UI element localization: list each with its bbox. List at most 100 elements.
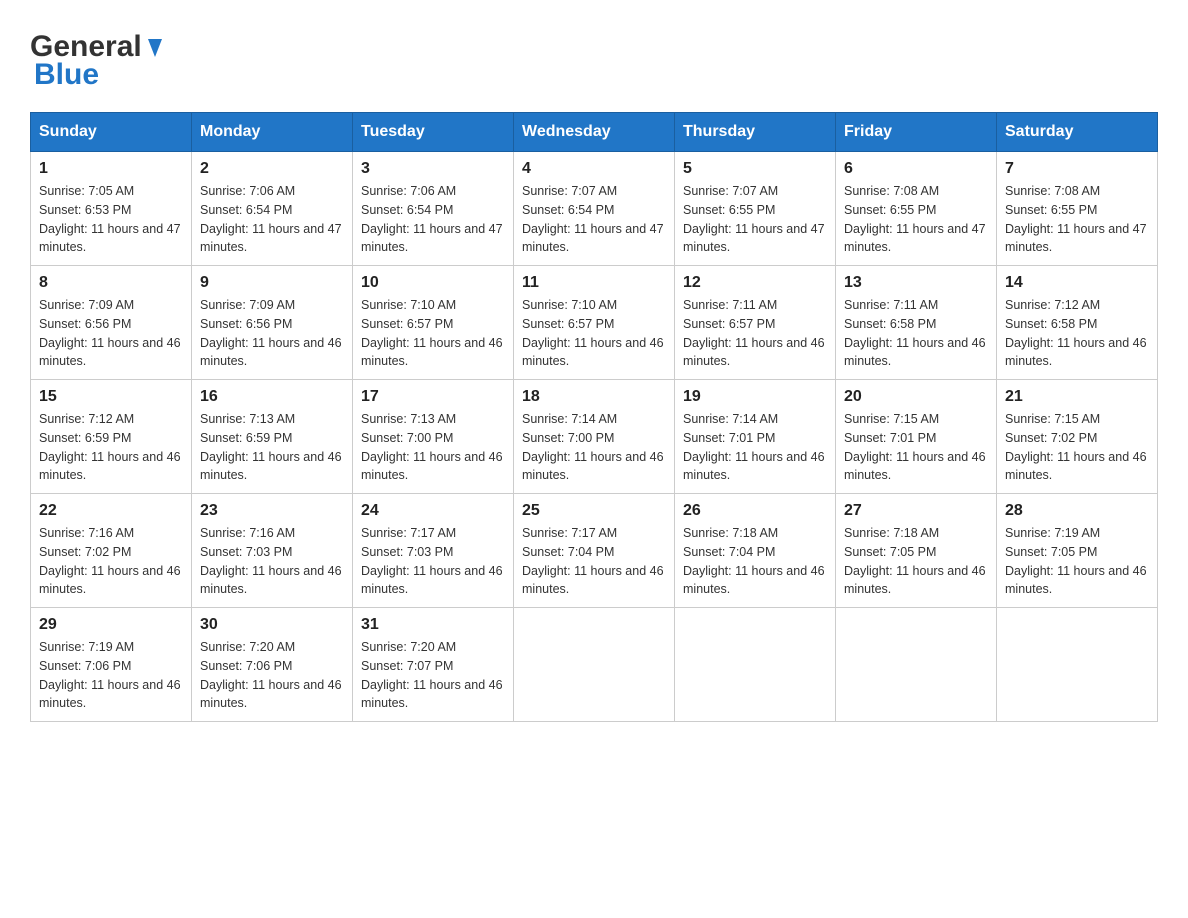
day-info: Sunrise: 7:06 AM Sunset: 6:54 PM Dayligh… [361,182,505,257]
calendar-cell: 4 Sunrise: 7:07 AM Sunset: 6:54 PM Dayli… [514,152,675,266]
calendar-cell [675,608,836,722]
day-info: Sunrise: 7:08 AM Sunset: 6:55 PM Dayligh… [844,182,988,257]
calendar-cell [514,608,675,722]
calendar-week-row: 1 Sunrise: 7:05 AM Sunset: 6:53 PM Dayli… [31,152,1158,266]
day-info: Sunrise: 7:14 AM Sunset: 7:00 PM Dayligh… [522,410,666,485]
day-number: 26 [683,502,827,520]
day-number: 8 [39,274,183,292]
calendar-cell: 26 Sunrise: 7:18 AM Sunset: 7:04 PM Dayl… [675,494,836,608]
column-header-tuesday: Tuesday [353,113,514,152]
day-info: Sunrise: 7:10 AM Sunset: 6:57 PM Dayligh… [522,296,666,371]
calendar-cell: 31 Sunrise: 7:20 AM Sunset: 7:07 PM Dayl… [353,608,514,722]
day-info: Sunrise: 7:16 AM Sunset: 7:03 PM Dayligh… [200,524,344,599]
day-info: Sunrise: 7:11 AM Sunset: 6:57 PM Dayligh… [683,296,827,371]
calendar-cell: 1 Sunrise: 7:05 AM Sunset: 6:53 PM Dayli… [31,152,192,266]
day-number: 15 [39,388,183,406]
calendar-cell: 14 Sunrise: 7:12 AM Sunset: 6:58 PM Dayl… [997,266,1158,380]
day-number: 13 [844,274,988,292]
day-number: 20 [844,388,988,406]
calendar-cell: 27 Sunrise: 7:18 AM Sunset: 7:05 PM Dayl… [836,494,997,608]
day-info: Sunrise: 7:19 AM Sunset: 7:05 PM Dayligh… [1005,524,1149,599]
calendar-cell: 5 Sunrise: 7:07 AM Sunset: 6:55 PM Dayli… [675,152,836,266]
calendar-cell: 25 Sunrise: 7:17 AM Sunset: 7:04 PM Dayl… [514,494,675,608]
day-number: 1 [39,160,183,178]
day-info: Sunrise: 7:06 AM Sunset: 6:54 PM Dayligh… [200,182,344,257]
day-info: Sunrise: 7:15 AM Sunset: 7:01 PM Dayligh… [844,410,988,485]
day-number: 24 [361,502,505,520]
logo: General Blue [30,30,166,92]
day-number: 6 [844,160,988,178]
day-number: 11 [522,274,666,292]
calendar-cell: 3 Sunrise: 7:06 AM Sunset: 6:54 PM Dayli… [353,152,514,266]
day-info: Sunrise: 7:18 AM Sunset: 7:05 PM Dayligh… [844,524,988,599]
day-number: 18 [522,388,666,406]
calendar-cell: 9 Sunrise: 7:09 AM Sunset: 6:56 PM Dayli… [192,266,353,380]
calendar-cell: 17 Sunrise: 7:13 AM Sunset: 7:00 PM Dayl… [353,380,514,494]
day-number: 10 [361,274,505,292]
day-number: 17 [361,388,505,406]
column-header-friday: Friday [836,113,997,152]
calendar-cell: 12 Sunrise: 7:11 AM Sunset: 6:57 PM Dayl… [675,266,836,380]
day-number: 2 [200,160,344,178]
day-number: 14 [1005,274,1149,292]
calendar-cell: 30 Sunrise: 7:20 AM Sunset: 7:06 PM Dayl… [192,608,353,722]
calendar-cell: 10 Sunrise: 7:10 AM Sunset: 6:57 PM Dayl… [353,266,514,380]
calendar-cell: 2 Sunrise: 7:06 AM Sunset: 6:54 PM Dayli… [192,152,353,266]
day-number: 21 [1005,388,1149,406]
day-number: 28 [1005,502,1149,520]
day-info: Sunrise: 7:20 AM Sunset: 7:06 PM Dayligh… [200,638,344,713]
calendar-cell: 23 Sunrise: 7:16 AM Sunset: 7:03 PM Dayl… [192,494,353,608]
day-info: Sunrise: 7:16 AM Sunset: 7:02 PM Dayligh… [39,524,183,599]
day-info: Sunrise: 7:17 AM Sunset: 7:04 PM Dayligh… [522,524,666,599]
calendar-cell: 13 Sunrise: 7:11 AM Sunset: 6:58 PM Dayl… [836,266,997,380]
day-info: Sunrise: 7:10 AM Sunset: 6:57 PM Dayligh… [361,296,505,371]
calendar-cell: 28 Sunrise: 7:19 AM Sunset: 7:05 PM Dayl… [997,494,1158,608]
day-info: Sunrise: 7:18 AM Sunset: 7:04 PM Dayligh… [683,524,827,599]
calendar-cell: 29 Sunrise: 7:19 AM Sunset: 7:06 PM Dayl… [31,608,192,722]
column-header-wednesday: Wednesday [514,113,675,152]
day-number: 30 [200,616,344,634]
calendar-cell [836,608,997,722]
page-header: General Blue [30,30,1158,92]
calendar-cell: 21 Sunrise: 7:15 AM Sunset: 7:02 PM Dayl… [997,380,1158,494]
logo-arrow-icon [144,37,166,59]
day-info: Sunrise: 7:07 AM Sunset: 6:55 PM Dayligh… [683,182,827,257]
day-number: 19 [683,388,827,406]
day-info: Sunrise: 7:20 AM Sunset: 7:07 PM Dayligh… [361,638,505,713]
day-number: 31 [361,616,505,634]
day-info: Sunrise: 7:14 AM Sunset: 7:01 PM Dayligh… [683,410,827,485]
day-info: Sunrise: 7:08 AM Sunset: 6:55 PM Dayligh… [1005,182,1149,257]
day-info: Sunrise: 7:09 AM Sunset: 6:56 PM Dayligh… [200,296,344,371]
calendar-cell: 6 Sunrise: 7:08 AM Sunset: 6:55 PM Dayli… [836,152,997,266]
day-number: 3 [361,160,505,178]
day-info: Sunrise: 7:13 AM Sunset: 7:00 PM Dayligh… [361,410,505,485]
day-info: Sunrise: 7:13 AM Sunset: 6:59 PM Dayligh… [200,410,344,485]
calendar-cell: 24 Sunrise: 7:17 AM Sunset: 7:03 PM Dayl… [353,494,514,608]
day-number: 27 [844,502,988,520]
calendar-week-row: 8 Sunrise: 7:09 AM Sunset: 6:56 PM Dayli… [31,266,1158,380]
calendar-cell: 7 Sunrise: 7:08 AM Sunset: 6:55 PM Dayli… [997,152,1158,266]
calendar-week-row: 22 Sunrise: 7:16 AM Sunset: 7:02 PM Dayl… [31,494,1158,608]
calendar-week-row: 15 Sunrise: 7:12 AM Sunset: 6:59 PM Dayl… [31,380,1158,494]
day-info: Sunrise: 7:09 AM Sunset: 6:56 PM Dayligh… [39,296,183,371]
day-number: 29 [39,616,183,634]
day-number: 12 [683,274,827,292]
day-info: Sunrise: 7:17 AM Sunset: 7:03 PM Dayligh… [361,524,505,599]
day-number: 9 [200,274,344,292]
day-number: 5 [683,160,827,178]
calendar-cell: 11 Sunrise: 7:10 AM Sunset: 6:57 PM Dayl… [514,266,675,380]
calendar-cell: 22 Sunrise: 7:16 AM Sunset: 7:02 PM Dayl… [31,494,192,608]
calendar-cell: 19 Sunrise: 7:14 AM Sunset: 7:01 PM Dayl… [675,380,836,494]
day-info: Sunrise: 7:11 AM Sunset: 6:58 PM Dayligh… [844,296,988,371]
calendar-table: SundayMondayTuesdayWednesdayThursdayFrid… [30,112,1158,722]
calendar-cell: 18 Sunrise: 7:14 AM Sunset: 7:00 PM Dayl… [514,380,675,494]
day-info: Sunrise: 7:19 AM Sunset: 7:06 PM Dayligh… [39,638,183,713]
day-number: 16 [200,388,344,406]
day-number: 7 [1005,160,1149,178]
day-info: Sunrise: 7:07 AM Sunset: 6:54 PM Dayligh… [522,182,666,257]
column-header-thursday: Thursday [675,113,836,152]
day-info: Sunrise: 7:15 AM Sunset: 7:02 PM Dayligh… [1005,410,1149,485]
day-info: Sunrise: 7:05 AM Sunset: 6:53 PM Dayligh… [39,182,183,257]
day-number: 4 [522,160,666,178]
calendar-cell: 20 Sunrise: 7:15 AM Sunset: 7:01 PM Dayl… [836,380,997,494]
